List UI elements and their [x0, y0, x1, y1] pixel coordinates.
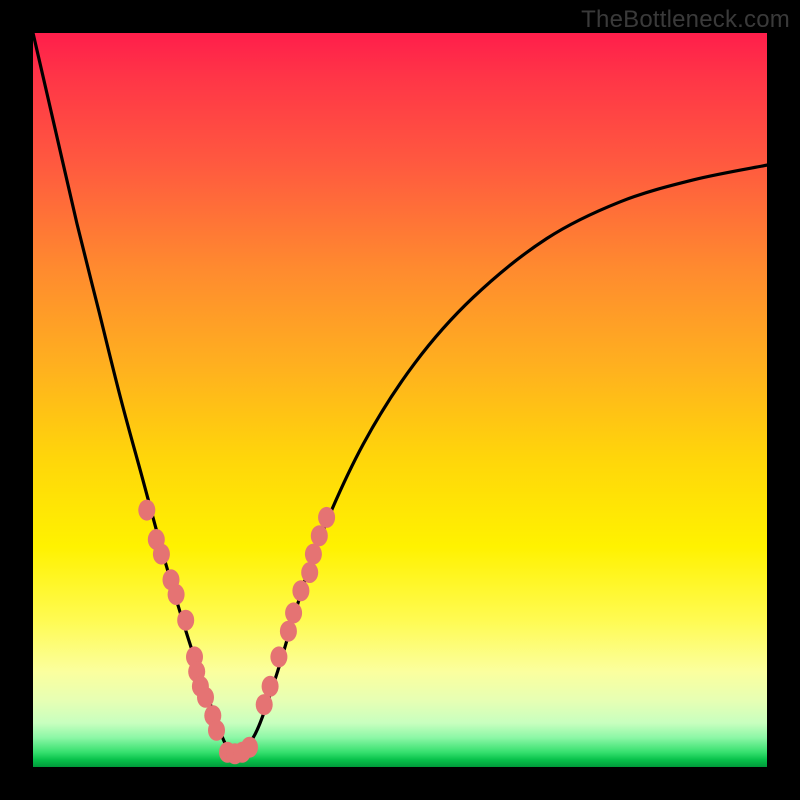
sample-dot: [138, 500, 155, 521]
sample-dot: [168, 584, 185, 605]
sample-dot: [305, 544, 322, 565]
sample-dots: [138, 500, 335, 765]
sample-dot: [177, 610, 194, 631]
sample-dot: [292, 580, 309, 601]
sample-dot: [311, 525, 328, 546]
sample-dot: [153, 544, 170, 565]
sample-dot: [256, 694, 273, 715]
sample-dot: [197, 687, 214, 708]
plot-area: [33, 33, 767, 767]
curve-layer: [33, 33, 767, 767]
sample-dot: [241, 737, 258, 758]
bottleneck-curve: [33, 33, 767, 754]
sample-dot: [318, 507, 335, 528]
sample-dot: [301, 562, 318, 583]
sample-dot: [208, 720, 225, 741]
watermark-text: TheBottleneck.com: [581, 6, 790, 34]
sample-dot: [285, 602, 302, 623]
curve-path: [33, 33, 767, 754]
sample-dot: [262, 676, 279, 697]
chart-frame: TheBottleneck.com: [0, 0, 800, 800]
sample-dot: [270, 646, 287, 667]
sample-dot: [280, 621, 297, 642]
